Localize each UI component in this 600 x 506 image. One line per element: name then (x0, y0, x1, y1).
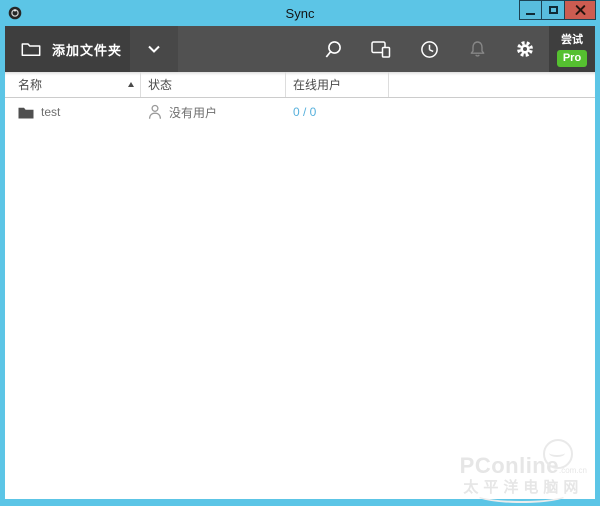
try-pro-button[interactable]: 尝试 Pro (549, 26, 595, 72)
folder-name: test (41, 105, 61, 119)
search-button[interactable] (309, 26, 357, 72)
maximize-button[interactable] (542, 0, 565, 20)
folder-name-cell: test (5, 98, 141, 126)
user-icon (148, 104, 162, 120)
folder-status-cell: 没有用户 (141, 98, 286, 126)
notifications-button[interactable] (453, 26, 501, 72)
settings-button[interactable] (501, 26, 549, 72)
watermark-domain: .com.cn (558, 466, 587, 475)
close-button[interactable] (565, 0, 596, 20)
titlebar: Sync (0, 0, 600, 26)
folder-icon (18, 106, 34, 119)
window-controls (519, 0, 596, 20)
sort-ascending-icon (128, 82, 134, 87)
column-label: 在线用户 (293, 78, 342, 92)
table-header: 名称 状态 在线用户 (5, 72, 595, 98)
window-content: 添加文件夹 尝试 Pro 名称 状态 在线用户 test 没有用户 0 / 0 … (5, 26, 595, 503)
maximize-icon (548, 6, 558, 14)
column-header-status[interactable]: 状态 (141, 72, 286, 97)
close-icon (575, 5, 586, 16)
column-header-name[interactable]: 名称 (5, 72, 141, 97)
clock-icon (420, 40, 439, 59)
minimize-icon (526, 12, 535, 15)
folder-online-cell: 0 / 0 (286, 98, 389, 126)
add-folder-dropdown-button[interactable] (130, 26, 178, 72)
gear-icon (515, 39, 535, 59)
column-label: 状态 (148, 78, 173, 92)
globe-icon (543, 439, 573, 469)
pconline-watermark: PConline.com.cn 太平洋电脑网 (459, 439, 587, 503)
sync-logo-icon (8, 6, 22, 20)
folder-status: 没有用户 (169, 105, 218, 120)
search-icon (324, 40, 343, 59)
column-label: 名称 (18, 78, 43, 92)
app-window: Sync 添加文件夹 尝试 Pro 名称 状态 在线用户 test 没有用户 0… (0, 0, 600, 506)
try-label: 尝试 (561, 33, 583, 46)
folder-list-empty-area: PConline.com.cn 太平洋电脑网 (5, 126, 595, 503)
watermark-subtitle: 太平洋电脑网 (460, 480, 587, 503)
online-users-link[interactable]: 0 / 0 (293, 105, 316, 119)
pro-badge: Pro (556, 49, 588, 68)
devices-icon (371, 40, 391, 58)
history-button[interactable] (405, 26, 453, 72)
watermark-brand: PConline (459, 453, 559, 478)
add-folder-button[interactable]: 添加文件夹 (5, 26, 130, 72)
folder-outline-icon (21, 41, 41, 57)
bell-icon (469, 40, 486, 58)
add-folder-label: 添加文件夹 (52, 42, 123, 58)
table-row[interactable]: test 没有用户 0 / 0 (5, 98, 595, 126)
window-title: Sync (285, 5, 315, 21)
column-header-online-users[interactable]: 在线用户 (286, 72, 389, 97)
devices-button[interactable] (357, 26, 405, 72)
column-header-empty (389, 72, 595, 97)
minimize-button[interactable] (519, 0, 542, 20)
chevron-down-icon (148, 45, 160, 53)
toolbar: 添加文件夹 尝试 Pro (5, 26, 595, 72)
